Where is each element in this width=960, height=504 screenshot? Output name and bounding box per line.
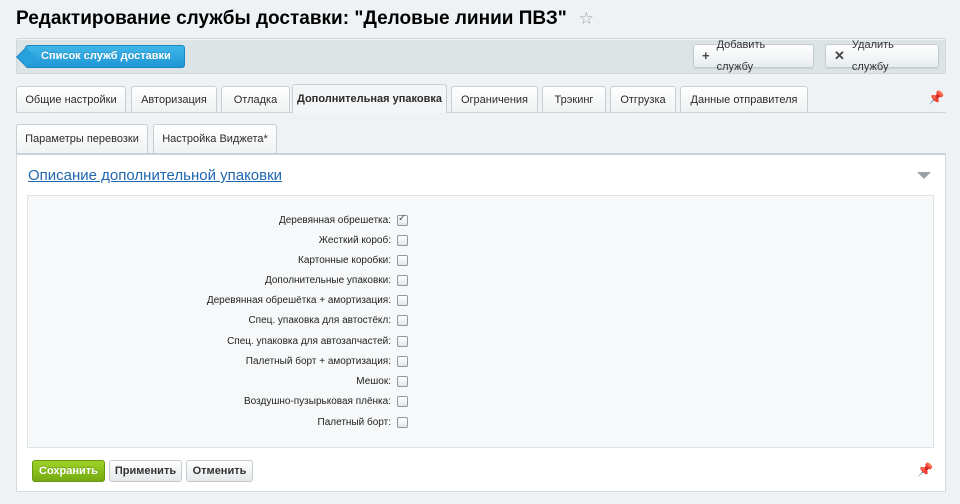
star-icon[interactable]: ☆ (579, 9, 594, 29)
field-row: Жесткий короб: (28, 232, 408, 248)
tab-label: Общие настройки (25, 94, 117, 106)
close-icon: ✕ (834, 48, 845, 63)
checkbox-pallet-board[interactable] (397, 416, 408, 428)
checkbox-additional-packaging[interactable] (397, 274, 408, 286)
field-row: Воздушно-пузырьковая плёнка: (28, 393, 408, 409)
tab-tracking[interactable]: Трэкинг (542, 86, 606, 113)
checkbox-cardboard-boxes[interactable] (397, 254, 408, 266)
tab-label: Параметры перевозки (25, 133, 139, 145)
cancel-button[interactable]: Отменить (186, 460, 253, 482)
checkbox-bag[interactable] (397, 375, 408, 387)
field-row: Деревянная обрешётка + амортизация: (28, 292, 408, 308)
tab-additional-packaging[interactable]: Дополнительная упаковка (292, 84, 447, 113)
field-label: Деревянная обрешетка: (278, 214, 391, 226)
field-label: Воздушно-пузырьковая плёнка: (244, 395, 391, 407)
tab-sender-data[interactable]: Данные отправителя (680, 86, 808, 113)
field-label: Картонные коробки: (298, 254, 391, 266)
checkbox-hard-box[interactable] (397, 234, 408, 246)
tab-label: Отгрузка (620, 94, 666, 106)
checkbox-wooden-crate-cushioning[interactable] (397, 294, 408, 306)
tab-label: Данные отправителя (690, 94, 798, 106)
page-title-text: Редактирование службы доставки: "Деловые… (16, 8, 567, 29)
field-label: Мешок: (356, 375, 391, 387)
field-label: Спец. упаковка для автостёкл: (248, 314, 391, 326)
field-row: Деревянная обрешетка: (28, 212, 408, 228)
tab-label: Отладка (233, 94, 278, 106)
field-row: Палетный борт: (28, 414, 408, 430)
save-button[interactable]: Сохранить (32, 460, 105, 482)
field-row: Картонные коробки: (28, 252, 408, 268)
tab-authorization[interactable]: Авторизация (131, 86, 217, 113)
tab-label: Авторизация (141, 94, 207, 106)
delete-service-label: Удалить службу (851, 39, 894, 73)
field-row: Спец. упаковка для автостёкл: (28, 312, 408, 328)
plus-icon: + (702, 48, 710, 63)
field-row: Палетный борт + амортизация: (28, 353, 408, 369)
delivery-services-list-label: Список служб доставки (41, 50, 171, 62)
sub-tabs: Параметры перевозки Настройка Виджета* (16, 124, 946, 153)
field-label: Спец. упаковка для автозапчастей: (227, 335, 391, 347)
tab-shipment[interactable]: Отгрузка (610, 86, 676, 113)
delete-service-button[interactable]: ✕ Удалить службу (825, 39, 939, 73)
delivery-services-list-button[interactable]: Список служб доставки (25, 45, 185, 68)
apply-button[interactable]: Применить (109, 460, 182, 482)
tab-restrictions[interactable]: Ограничения (451, 86, 538, 113)
checkbox-wooden-crate[interactable] (397, 213, 408, 226)
checkbox-pallet-board-cushioning[interactable] (397, 355, 408, 367)
tab-label: Дополнительная упаковка (296, 93, 442, 105)
tab-widget-settings[interactable]: Настройка Виджета* (153, 124, 277, 153)
toolbar: Список служб доставки + Добавить службу … (16, 38, 946, 74)
tab-general-settings[interactable]: Общие настройки (16, 86, 126, 113)
tab-debug[interactable]: Отладка (221, 86, 290, 113)
main-tabs: Общие настройки Авторизация Отладка Допо… (16, 84, 946, 113)
pin-icon[interactable]: 📌 (928, 90, 944, 106)
field-row: Спец. упаковка для автозапчастей: (28, 333, 408, 349)
add-service-label: Добавить службу (716, 39, 766, 73)
field-label: Дополнительные упаковки: (264, 274, 391, 286)
checkbox-auto-glass-packaging[interactable] (397, 314, 408, 326)
checkbox-bubble-wrap[interactable] (397, 395, 408, 407)
pin-icon[interactable]: 📌 (917, 462, 933, 478)
field-label: Палетный борт: (317, 416, 391, 428)
field-label: Жесткий короб: (318, 234, 391, 246)
field-row: Дополнительные упаковки: (28, 272, 408, 288)
tab-label: Ограничения (460, 94, 529, 106)
collapse-arrow-icon[interactable] (917, 172, 931, 179)
field-row: Мешок: (28, 373, 408, 389)
field-label: Палетный борт + амортизация: (245, 355, 391, 367)
page-title: Редактирование службы доставки: "Деловые… (16, 8, 594, 30)
add-service-button[interactable]: + Добавить службу (693, 39, 814, 73)
tab-transport-params[interactable]: Параметры перевозки (16, 124, 148, 153)
checkbox-auto-parts-packaging[interactable] (397, 335, 408, 347)
tab-label: Настройка Виджета* (162, 133, 268, 145)
tab-label: Трэкинг (554, 94, 594, 106)
section-title[interactable]: Описание дополнительной упаковки (28, 167, 282, 184)
form-panel: Описание дополнительной упаковки Деревян… (16, 153, 946, 492)
field-label: Деревянная обрешётка + амортизация: (206, 294, 391, 306)
packaging-fields: Деревянная обрешетка: Жесткий короб: Кар… (27, 195, 934, 448)
